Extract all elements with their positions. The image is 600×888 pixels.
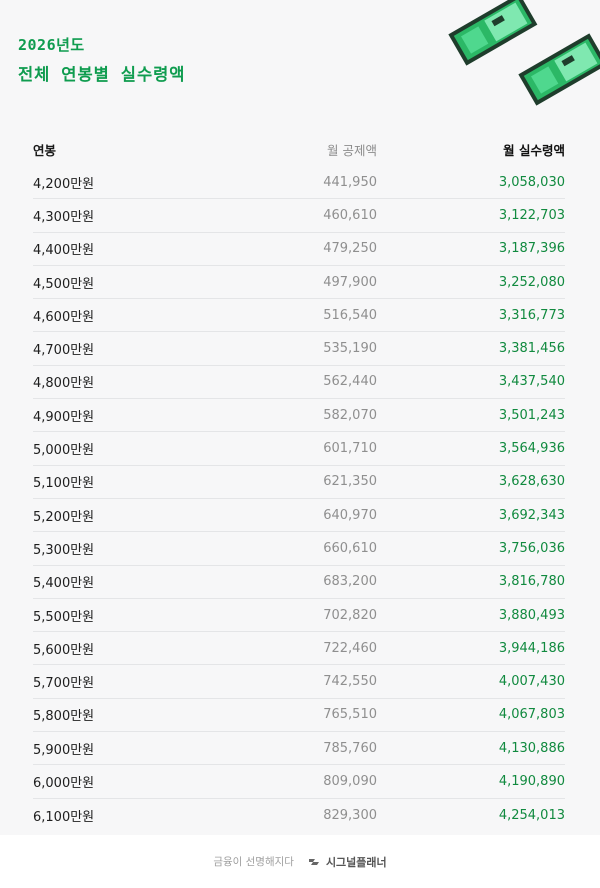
year-label: 2026년도 — [18, 36, 85, 54]
deduction-cell: 683,200 — [323, 574, 377, 590]
brand-name: 시그널플래너 — [325, 855, 387, 869]
net-pay-cell: 3,880,493 — [498, 607, 565, 623]
table-row: 4,600만원 516,540 3,316,773 — [33, 299, 565, 333]
salary-cell: 4,300만원 — [33, 209, 95, 225]
deduction-cell: 829,300 — [323, 807, 377, 823]
net-pay-cell: 3,564,936 — [498, 441, 565, 457]
net-pay-cell: 4,130,886 — [498, 740, 565, 756]
table-row: 5,600만원 722,460 3,944,186 — [33, 632, 565, 666]
footer-tagline: 금융이 선명해지다 — [213, 856, 294, 868]
table-row: 5,900만원 785,760 4,130,886 — [33, 732, 565, 766]
table-row: 5,800만원 765,510 4,067,803 — [33, 699, 565, 733]
salary-cell: 6,100만원 — [33, 809, 95, 825]
table-row: 5,000만원 601,710 3,564,936 — [33, 432, 565, 466]
table-row: 5,100만원 621,350 3,628,630 — [33, 466, 565, 499]
salary-cell: 5,300만원 — [33, 542, 95, 558]
header-salary: 연봉 — [33, 142, 57, 158]
table-row: 4,700만원 535,190 3,381,456 — [33, 332, 565, 366]
net-pay-cell: 3,187,396 — [498, 241, 565, 257]
salary-cell: 4,400만원 — [33, 243, 95, 259]
salary-cell: 4,800만원 — [33, 376, 95, 392]
salary-cell: 5,600만원 — [33, 642, 95, 658]
table-row: 4,400만원 479,250 3,187,396 — [33, 233, 565, 266]
salary-cell: 5,400만원 — [33, 576, 95, 592]
net-pay-cell: 3,316,773 — [498, 307, 565, 323]
deduction-cell: 640,970 — [323, 507, 377, 523]
deduction-cell: 702,820 — [323, 607, 377, 623]
deduction-cell: 497,900 — [323, 274, 377, 290]
salary-cell: 5,100만원 — [33, 476, 95, 492]
deduction-cell: 722,460 — [323, 640, 377, 656]
deduction-cell: 562,440 — [323, 374, 377, 390]
table-body: 4,200만원 441,950 3,058,030 4,300만원 460,610 3,1… — [33, 166, 565, 832]
deduction-cell: 660,610 — [323, 540, 377, 556]
net-pay-cell: 4,190,890 — [498, 773, 565, 789]
table-row: 4,900만원 582,070 3,501,243 — [33, 399, 565, 433]
net-pay-cell: 3,437,540 — [498, 374, 565, 390]
deduction-cell: 765,510 — [323, 707, 377, 723]
net-pay-cell: 3,252,080 — [498, 274, 565, 290]
footer: 금융이 선명해지다 시그널플래너 — [0, 835, 600, 888]
deduction-cell: 785,760 — [323, 740, 377, 756]
net-pay-cell: 4,007,430 — [498, 674, 565, 690]
salary-cell: 4,500만원 — [33, 276, 95, 292]
table-header: 연봉 월 공제액 월 실수령액 — [33, 132, 565, 166]
salary-cell: 5,000만원 — [33, 443, 95, 459]
net-pay-cell: 4,254,013 — [498, 807, 565, 823]
salary-cell: 4,700만원 — [33, 343, 95, 359]
net-pay-cell: 3,816,780 — [498, 574, 565, 590]
net-pay-cell: 3,381,456 — [498, 341, 565, 357]
header-deduction: 월 공제액 — [327, 142, 377, 158]
net-pay-cell: 3,756,036 — [498, 540, 565, 556]
deduction-cell: 601,710 — [323, 441, 377, 457]
salary-table: 연봉 월 공제액 월 실수령액 4,200만원 441,950 3,058,030 4… — [33, 132, 565, 832]
table-row: 5,700만원 742,550 4,007,430 — [33, 665, 565, 699]
deduction-cell: 742,550 — [323, 674, 377, 690]
table-row: 5,500만원 702,820 3,880,493 — [33, 599, 565, 633]
deduction-cell: 621,350 — [323, 474, 377, 490]
net-pay-cell: 3,058,030 — [498, 174, 565, 190]
salary-cell: 4,600만원 — [33, 309, 95, 325]
salary-cell: 6,000만원 — [33, 775, 95, 791]
net-pay-cell: 3,692,343 — [498, 507, 565, 523]
deduction-cell: 479,250 — [323, 241, 377, 257]
deduction-cell: 582,070 — [323, 407, 377, 423]
net-pay-cell: 3,628,630 — [498, 474, 565, 490]
salary-cell: 5,900만원 — [33, 742, 95, 758]
salary-cell: 4,200만원 — [33, 176, 95, 192]
salary-cell: 4,900만원 — [33, 409, 95, 425]
header-net-pay: 월 실수령액 — [503, 142, 565, 158]
signal-logo-icon — [308, 858, 319, 865]
table-row: 6,100만원 829,300 4,254,013 — [33, 799, 565, 832]
net-pay-cell: 3,501,243 — [498, 407, 565, 423]
table-row: 4,200만원 441,950 3,058,030 — [33, 166, 565, 200]
page-title: 전체 연봉별 실수령액 — [18, 65, 186, 84]
table-row: 4,500만원 497,900 3,252,080 — [33, 266, 565, 300]
net-pay-cell: 3,944,186 — [498, 640, 565, 656]
table-row: 5,200만원 640,970 3,692,343 — [33, 499, 565, 533]
net-pay-cell: 4,067,803 — [498, 707, 565, 723]
page-header: 2026년도 전체 연봉별 실수령액 — [18, 34, 186, 85]
deduction-cell: 535,190 — [323, 341, 377, 357]
net-pay-cell: 3,122,703 — [498, 207, 565, 223]
salary-cell: 5,700만원 — [33, 676, 95, 692]
deduction-cell: 809,090 — [323, 773, 377, 789]
table-row: 5,300만원 660,610 3,756,036 — [33, 532, 565, 566]
deduction-cell: 516,540 — [323, 307, 377, 323]
brand: 시그널플래너 — [308, 854, 387, 870]
table-row: 4,300만원 460,610 3,122,703 — [33, 199, 565, 233]
salary-cell: 5,800만원 — [33, 709, 95, 725]
deduction-cell: 460,610 — [323, 207, 377, 223]
deduction-cell: 441,950 — [323, 174, 377, 190]
salary-cell: 5,500만원 — [33, 609, 95, 625]
table-row: 5,400만원 683,200 3,816,780 — [33, 566, 565, 599]
table-row: 6,000만원 809,090 4,190,890 — [33, 765, 565, 799]
money-bills-icon — [448, 0, 600, 106]
salary-cell: 5,200만원 — [33, 509, 95, 525]
table-row: 4,800만원 562,440 3,437,540 — [33, 366, 565, 400]
